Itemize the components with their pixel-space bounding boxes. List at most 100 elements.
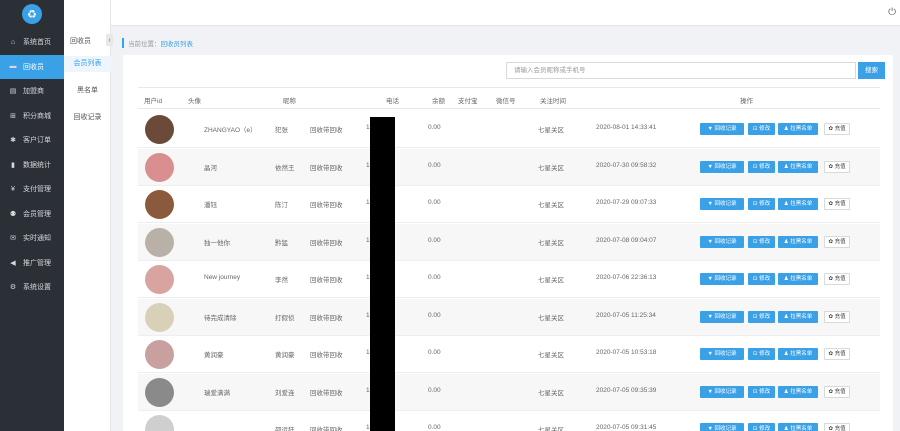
records-button[interactable]: ▼ 回收记录 — [700, 235, 744, 248]
col-actions: 操作 — [740, 98, 753, 105]
records-button-label: 回收记录 — [714, 126, 737, 132]
blacklist-button[interactable]: ♟ 拉黑名单 — [778, 423, 818, 431]
edit-button[interactable]: ⊡ 修改 — [748, 198, 775, 210]
records-button-label: 回收记录 — [714, 351, 737, 357]
blacklist-button[interactable]: ♟ 拉黑名单 — [778, 273, 818, 285]
blacklist-button[interactable]: ♟ 拉黑名单 — [778, 235, 818, 248]
recharge-button[interactable]: ✿ 充值 — [824, 198, 850, 210]
records-button[interactable]: ▼ 回收记录 — [700, 198, 744, 210]
settings-icon: ⚙ — [9, 284, 17, 292]
sidebar-item-0[interactable]: ⌂ 系统首页 — [0, 30, 64, 55]
records-button[interactable]: ▼ 回收记录 — [700, 123, 744, 135]
recharge-button[interactable]: ✿ 充值 — [824, 385, 850, 398]
submenu-item-recycle-records[interactable]: 回收记录 — [64, 112, 111, 122]
sidebar-item-label: 实时通知 — [23, 235, 51, 243]
bar-chart-icon: ▮ — [11, 161, 15, 169]
edit-button[interactable]: ⊡ 修改 — [748, 160, 775, 173]
sidebar-item-5[interactable]: ▮ 数据统计 — [0, 153, 64, 178]
row-name: 瑞爱满满 — [204, 389, 230, 397]
records-button[interactable]: ▼ 回收记录 — [700, 348, 744, 360]
edit-button[interactable]: ⊡ 修改 — [748, 423, 775, 431]
recycle-logo-icon[interactable]: ♻ — [22, 4, 42, 24]
blacklist-button[interactable]: ♟ 拉黑名单 — [778, 385, 818, 398]
recharge-button[interactable]: ✿ 充值 — [824, 160, 850, 173]
sidebar-item-label: 数据统计 — [23, 161, 51, 169]
sidebar-item-9[interactable]: ◀ 推广管理 — [0, 251, 64, 276]
edit-button-label: 修改 — [759, 201, 771, 207]
sidebar-item-1[interactable]: ▬ 回收员 — [0, 54, 64, 79]
row-source: 回收带回收 — [310, 239, 343, 247]
records-button[interactable]: ▼ 回收记录 — [700, 310, 744, 323]
sidebar-item-3[interactable]: ⊞ 积分商城 — [0, 104, 64, 129]
recharge-button[interactable]: ✿ 充值 — [824, 310, 850, 323]
recharge-button-label: 充值 — [834, 163, 846, 170]
recharge-button-label: 充值 — [834, 276, 846, 282]
sidebar-item-2[interactable]: ▤ 加盟商 — [0, 79, 64, 104]
row-name: 黄润豪 — [204, 352, 224, 359]
recharge-button[interactable]: ✿ 充值 — [824, 235, 850, 248]
blacklist-button-label: 拉黑名单 — [790, 276, 813, 282]
breadcrumb: 当前位置：回收员列表 — [122, 38, 193, 48]
row-region: 七星关区 — [538, 127, 564, 134]
row-name: 待完成清除 — [204, 314, 237, 322]
recharge-button[interactable]: ✿ 充值 — [824, 423, 850, 431]
row-region: 七星关区 — [538, 389, 564, 397]
blacklist-button[interactable]: ♟ 拉黑名单 — [778, 160, 818, 173]
row-region: 七星关区 — [538, 352, 564, 359]
sidebar-item-label: 会员管理 — [23, 210, 51, 218]
table-row: 黄润豪黄润豪回收带回收18 5160.00七星关区2020-07-05 10:5… — [138, 336, 880, 373]
truck-icon: ▬ — [9, 63, 17, 71]
col-follow-time: 关注时间 — [540, 98, 566, 105]
sidebar-item-label: 支付管理 — [23, 186, 51, 194]
row-nickname: 陈汀 — [275, 202, 288, 209]
submenu-item-blacklist[interactable]: 黑名单 — [64, 85, 111, 95]
sidebar-item-10[interactable]: ⚙ 系统设置 — [0, 275, 64, 300]
search-input[interactable]: 请输入会员昵称或手机号 — [506, 62, 856, 79]
edit-button[interactable]: ⊡ 修改 — [748, 310, 775, 323]
row-nickname: 黄润豪 — [275, 352, 295, 359]
sidebar-item-4[interactable]: ✱ 客户订单 — [0, 128, 64, 153]
recharge-button[interactable]: ✿ 充值 — [824, 273, 850, 285]
submenu-item-member-list[interactable]: 会员列表 — [64, 56, 111, 72]
edit-button[interactable]: ⊡ 修改 — [748, 385, 775, 398]
recharge-button[interactable]: ✿ 充值 — [824, 348, 850, 360]
blacklist-button[interactable]: ♟ 拉黑名单 — [778, 198, 818, 210]
row-region: 七星关区 — [538, 202, 564, 209]
records-button[interactable]: ▼ 回收记录 — [700, 160, 744, 173]
edit-button[interactable]: ⊡ 修改 — [748, 273, 775, 285]
power-icon[interactable]: ⏻ — [888, 7, 896, 18]
records-button-label: 回收记录 — [714, 388, 737, 395]
collapse-icon[interactable]: ‹ — [106, 34, 113, 46]
edit-button-label: 修改 — [759, 426, 771, 431]
search-button[interactable]: 搜索 — [858, 62, 885, 79]
sidebar-item-8[interactable]: ✉ 实时通知 — [0, 226, 64, 251]
row-balance: 0.00 — [428, 311, 441, 319]
sidebar-item-7[interactable]: ⚉ 会员管理 — [0, 202, 64, 227]
records-button-label: 回收记录 — [714, 426, 737, 431]
users-icon: ⚉ — [9, 210, 17, 218]
blacklist-button[interactable]: ♟ 拉黑名单 — [778, 123, 818, 135]
sidebar-item-6[interactable]: ¥ 支付管理 — [0, 177, 64, 202]
sidebar-item-label: 回收员 — [23, 63, 44, 71]
main-sidebar: ♻ ⌂ 系统首页 ▬ 回收员 ▤ 加盟商 ⊞ 积分商城 ✱ 客户订单 ▮ 数据统计 ¥ 支付管理 ⚉ 会员管理… — [0, 0, 64, 431]
edit-button[interactable]: ⊡ 修改 — [748, 123, 775, 135]
edit-button[interactable]: ⊡ 修改 — [748, 348, 775, 360]
blacklist-button[interactable]: ♟ 拉黑名单 — [778, 310, 818, 323]
row-region: 七星关区 — [538, 277, 564, 284]
recharge-button[interactable]: ✿ 充值 — [824, 123, 850, 135]
records-button[interactable]: ▼ 回收记录 — [700, 385, 744, 398]
table-row: 邵运狂回收带回收18 4400.00七星关区2020-07-05 09:31:4… — [138, 411, 880, 431]
records-button[interactable]: ▼ 回收记录 — [700, 423, 744, 431]
col-alipay: 支付宝 — [458, 98, 478, 105]
cart-icon: ⊞ — [10, 112, 16, 120]
row-balance: 0.00 — [428, 349, 441, 356]
recharge-button-label: 充值 — [834, 238, 846, 245]
records-button[interactable]: ▼ 回收记录 — [700, 273, 744, 285]
table-row: 晶河依然王回收带回收18 8650.00七星关区2020-07-30 09:58… — [138, 148, 880, 186]
table-row: 瑞爱满满刘爱连回收带回收18 6880.00七星关区2020-07-05 09:… — [138, 373, 880, 411]
blacklist-button[interactable]: ♟ 拉黑名单 — [778, 348, 818, 360]
row-source: 回收带回收 — [310, 389, 343, 397]
avatar — [145, 265, 174, 294]
edit-button[interactable]: ⊡ 修改 — [748, 235, 775, 248]
breadcrumb-current[interactable]: 回收员列表 — [161, 41, 194, 48]
